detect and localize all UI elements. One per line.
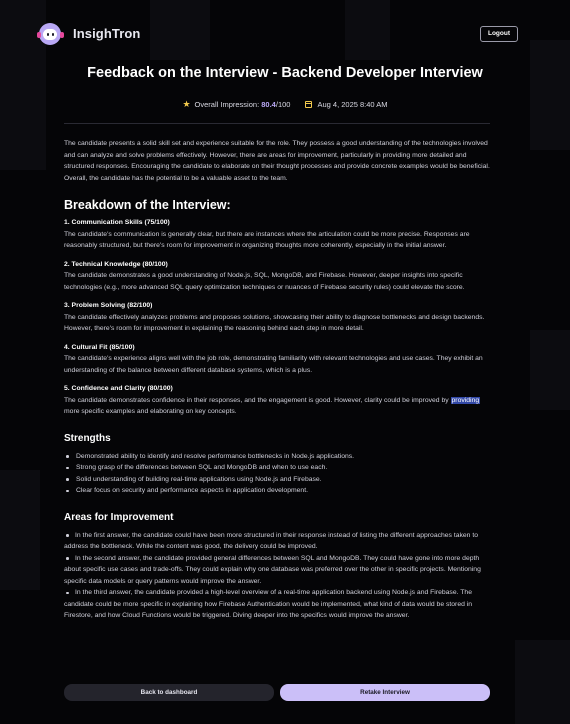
strengths-heading: Strengths — [64, 432, 111, 444]
list-item: In the first answer, the candidate could… — [64, 530, 492, 553]
breakdown-item-text-after: more specific examples and elaborating o… — [64, 408, 237, 415]
back-to-dashboard-button[interactable]: Back to dashboard — [64, 684, 274, 701]
star-icon: ★ — [182, 98, 191, 109]
interview-date: Aug 4, 2025 8:40 AM — [305, 99, 388, 109]
calendar-icon — [305, 100, 313, 108]
list-item: Demonstrated ability to identify and res… — [64, 451, 492, 463]
breakdown-item-text: The candidate effectively analyzes probl… — [64, 313, 485, 333]
breakdown-item-text: The candidate's communication is general… — [64, 230, 470, 250]
feedback-content: The candidate presents a solid skill set… — [64, 138, 492, 622]
page-title: Feedback on the Interview - Backend Deve… — [87, 65, 483, 81]
list-item: Clear focus on security and performance … — [64, 485, 492, 497]
impression-score: 80.4 — [261, 99, 276, 109]
overall-impression: ★ Overall Impression: 80.4/100 — [182, 99, 290, 110]
background-panel — [0, 470, 40, 590]
list-item: In the second answer, the candidate prov… — [64, 553, 492, 588]
breakdown-item-title: 4. Cultural Fit (85/100) — [64, 343, 135, 351]
strengths-list: Demonstrated ability to identify and res… — [64, 451, 492, 497]
list-item: In the third answer, the candidate provi… — [64, 587, 492, 622]
breakdown-item: 3. Problem Solving (82/100) The candidat… — [64, 300, 492, 335]
areas-list: In the first answer, the candidate could… — [64, 530, 492, 622]
impression-label: Overall Impression: — [194, 99, 260, 109]
breakdown-item-title: 5. Confidence and Clarity (80/100) — [64, 385, 173, 392]
impression-total: /100 — [275, 99, 291, 109]
breakdown-item: 2. Technical Knowledge (80/100) The cand… — [64, 259, 492, 294]
logout-button[interactable]: Logout — [479, 26, 518, 42]
divider — [64, 123, 490, 124]
brand-name[interactable]: InsighTron — [73, 26, 140, 41]
breakdown-item: 5. Confidence and Clarity (80/100) The c… — [64, 383, 492, 418]
background-panel — [530, 330, 570, 410]
breakdown-item-text: The candidate's experience aligns well w… — [64, 355, 483, 374]
list-item: Solid understanding of building real-tim… — [64, 474, 492, 486]
areas-heading: Areas for Improvement — [64, 511, 174, 523]
background-panel — [530, 40, 570, 150]
breakdown-item-title: 1. Communication Skills (75/100) — [64, 219, 170, 226]
background-panel — [515, 640, 570, 724]
retake-interview-button[interactable]: Retake Interview — [280, 684, 490, 701]
top-bar: InsighTron Logout — [36, 22, 518, 46]
breakdown-item: 1. Communication Skills (75/100) The can… — [64, 217, 492, 252]
breakdown-item-text: The candidate demonstrates a good unders… — [64, 272, 465, 291]
selected-text[interactable]: providing — [450, 396, 481, 404]
date-text: Aug 4, 2025 8:40 AM — [317, 99, 388, 109]
breakdown-item-title: 3. Problem Solving (82/100) — [64, 302, 153, 309]
logo[interactable] — [36, 22, 66, 46]
breakdown-item-text-before: The candidate demonstrates confidence in… — [64, 396, 451, 404]
list-item: Strong grasp of the differences between … — [64, 462, 492, 474]
breakdown-item: 4. Cultural Fit (85/100) The candidate's… — [64, 342, 492, 377]
interview-meta: ★ Overall Impression: 80.4/100 Aug 4, 20… — [0, 98, 570, 110]
summary-paragraph: The candidate presents a solid skill set… — [64, 140, 490, 182]
breakdown-item-title: 2. Technical Knowledge (80/100) — [64, 260, 168, 268]
breakdown-heading: Breakdown of the Interview: — [64, 198, 231, 212]
